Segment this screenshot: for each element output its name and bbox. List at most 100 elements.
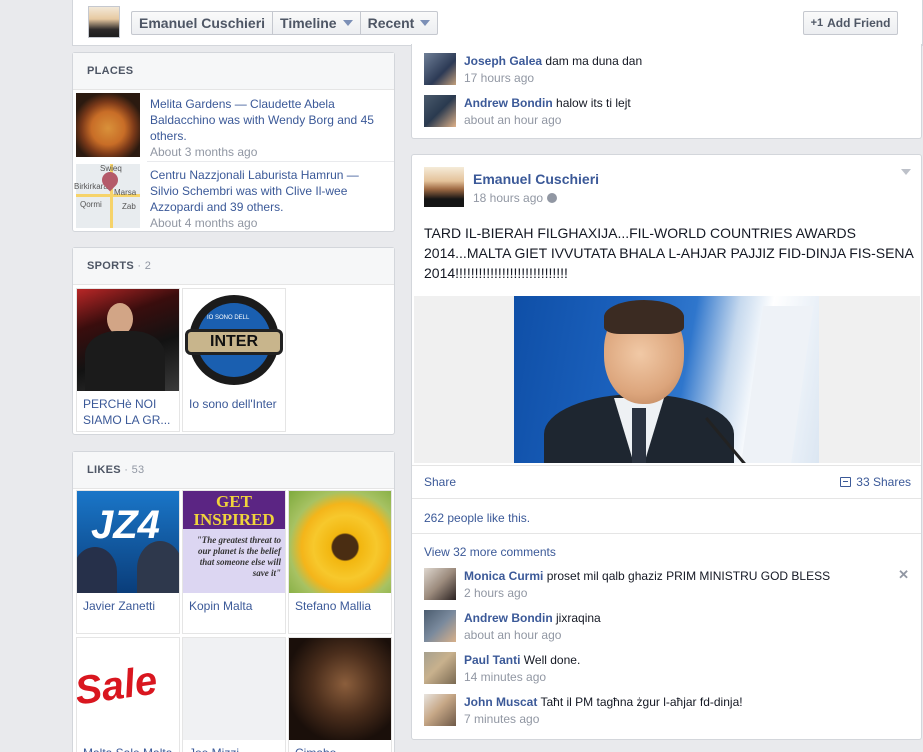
comment-time[interactable]: 2 hours ago <box>464 586 527 600</box>
places-header[interactable]: PLACES <box>73 53 394 90</box>
avatar[interactable] <box>424 53 456 85</box>
avatar[interactable] <box>424 610 456 642</box>
like-tile[interactable]: JZ4 Javier Zanetti <box>76 490 180 634</box>
sports-card: SPORTS · 2 PERCHè NOI SIAMO LA GR... IO … <box>72 247 395 435</box>
divider <box>412 533 921 534</box>
likes-title: LIKES <box>87 464 121 476</box>
post-author-avatar[interactable] <box>424 167 464 207</box>
like-art-text: Sale <box>77 658 160 714</box>
comment-time[interactable]: about an hour ago <box>464 628 561 642</box>
post-author[interactable]: Emanuel Cuschieri <box>473 171 599 187</box>
comment-time[interactable]: about an hour ago <box>464 113 561 127</box>
divider <box>412 465 921 466</box>
avatar[interactable] <box>424 694 456 726</box>
post-text: TARD IL-BIERAH FILGHAXIJA...FIL-WORLD CO… <box>424 225 914 281</box>
places-card: PLACES Melita Gardens — Claudette Abela … <box>72 52 395 232</box>
comment-author[interactable]: Andrew Bondin <box>464 96 553 110</box>
recent-dropdown[interactable]: Recent <box>361 12 438 34</box>
like-art-quote: "The greatest threat to our planet is th… <box>196 535 281 578</box>
comment-author[interactable]: Joseph Galea <box>464 54 542 68</box>
like-tile[interactable]: Sale Malta Sale Malta <box>76 637 180 752</box>
map-label: Marsa <box>114 188 137 197</box>
post-card: Emanuel Cuschieri 18 hours ago TARD IL-B… <box>411 154 922 740</box>
add-friend-button[interactable]: +1 Add Friend <box>803 11 898 35</box>
like-label[interactable]: Joe Mizzi <box>183 740 285 752</box>
post-options-chevron-icon[interactable] <box>901 169 911 175</box>
like-label[interactable]: Kopin Malta <box>183 593 285 633</box>
likes-count: · 53 <box>124 464 145 476</box>
like-tile[interactable]: GET INSPIRED "The greatest threat to our… <box>182 490 286 634</box>
sports-count: · 2 <box>137 260 152 272</box>
like-label[interactable]: Stefano Mallia <box>289 593 391 633</box>
comment-author[interactable]: Paul Tanti <box>464 653 520 667</box>
post-photo-container[interactable] <box>414 296 920 463</box>
comment-text: Taħt il PM tagħna żgur l-aħjar fd-dinja! <box>540 695 743 709</box>
logo-small-text: IO SONO DELL <box>207 315 250 321</box>
like-image[interactable]: JZ4 <box>77 491 179 593</box>
like-label[interactable]: Malta Sale Malta <box>77 740 179 752</box>
sport-label[interactable]: Io sono dell'Inter <box>183 391 285 431</box>
divider <box>147 161 394 162</box>
like-tile[interactable]: Stefano Mallia <box>288 490 392 634</box>
timeline-label: Timeline <box>280 15 337 31</box>
place-item[interactable]: Melita Gardens — Claudette Abela Baldacc… <box>76 93 394 163</box>
places-title: PLACES <box>87 65 134 77</box>
place-time: About 3 months ago <box>150 145 258 159</box>
comment-time[interactable]: 7 minutes ago <box>464 712 539 726</box>
like-label[interactable]: Javier Zanetti <box>77 593 179 633</box>
like-label[interactable]: Cimabo... <box>289 740 391 752</box>
comment-author[interactable]: Andrew Bondin <box>464 611 553 625</box>
comment-text: Well done. <box>523 653 581 667</box>
place-text[interactable]: Melita Gardens — Claudette Abela Baldacc… <box>150 97 374 143</box>
post-photo[interactable] <box>514 296 819 463</box>
like-tile[interactable]: Cimabo... <box>288 637 392 752</box>
like-image[interactable]: Sale <box>77 638 179 740</box>
profile-name-button[interactable]: Emanuel Cuschieri <box>132 12 274 34</box>
like-art-text: JZ4 <box>91 503 160 547</box>
like-image[interactable]: GET INSPIRED "The greatest threat to our… <box>183 491 285 593</box>
shares-count: 33 Shares <box>856 475 911 489</box>
sport-image[interactable] <box>77 289 179 391</box>
avatar[interactable] <box>424 95 456 127</box>
shares-count-link[interactable]: 33 Shares <box>840 475 911 489</box>
map-thumbnail[interactable]: Swieq Birkirkara Marsa Qormi Zab <box>74 164 140 228</box>
view-more-comments-link[interactable]: View 32 more comments <box>424 545 556 559</box>
comment-author[interactable]: John Muscat <box>464 695 537 709</box>
divider <box>412 498 921 499</box>
post-timestamp[interactable]: 18 hours ago <box>473 191 558 205</box>
comment-text: jixraqina <box>556 611 601 625</box>
chevron-down-icon <box>342 20 353 26</box>
sport-label[interactable]: PERCHè NOI SIAMO LA GR... <box>77 391 179 431</box>
place-thumbnail[interactable] <box>76 93 140 157</box>
place-item[interactable]: Swieq Birkirkara Marsa Qormi Zab Centru … <box>74 164 394 234</box>
profile-name: Emanuel Cuschieri <box>139 15 266 31</box>
comment-time[interactable]: 17 hours ago <box>464 71 534 85</box>
profile-avatar[interactable] <box>88 6 120 38</box>
avatar[interactable] <box>424 568 456 600</box>
share-link[interactable]: Share <box>424 475 456 489</box>
comment: Andrew Bondin jixraqina about an hour ago <box>424 610 904 650</box>
profile-header-bar: Emanuel Cuschieri Timeline Recent +1 Add… <box>72 0 923 46</box>
avatar[interactable] <box>424 652 456 684</box>
likes-count-link[interactable]: 262 people like this. <box>424 511 530 525</box>
like-image[interactable] <box>183 638 285 740</box>
comment-author[interactable]: Monica Curmi <box>464 569 543 583</box>
comment: Joseph Galea dam ma duna dan 17 hours ago <box>424 53 904 93</box>
add-friend-icon: +1 <box>810 17 824 29</box>
comment-time[interactable]: 14 minutes ago <box>464 670 546 684</box>
map-label: Zab <box>122 202 136 211</box>
inter-logo-image[interactable]: IO SONO DELL INTER <box>183 289 285 391</box>
likes-header[interactable]: LIKES · 53 <box>73 452 394 489</box>
like-image[interactable] <box>289 638 391 740</box>
timeline-nav: Emanuel Cuschieri Timeline Recent <box>131 11 439 35</box>
timeline-dropdown[interactable]: Timeline <box>273 12 361 34</box>
sport-tile[interactable]: IO SONO DELL INTER Io sono dell'Inter <box>182 288 286 432</box>
like-image[interactable] <box>289 491 391 593</box>
sport-tile[interactable]: PERCHè NOI SIAMO LA GR... <box>76 288 180 432</box>
comment: John Muscat Taħt il PM tagħna żgur l-aħj… <box>424 694 904 734</box>
like-tile[interactable]: Joe Mizzi <box>182 637 286 752</box>
place-text[interactable]: Centru Nazzjonali Laburista Hamrun — Sil… <box>150 168 359 214</box>
sports-header[interactable]: SPORTS · 2 <box>73 248 394 285</box>
close-icon[interactable]: ✕ <box>898 567 909 583</box>
recent-label: Recent <box>367 15 415 31</box>
